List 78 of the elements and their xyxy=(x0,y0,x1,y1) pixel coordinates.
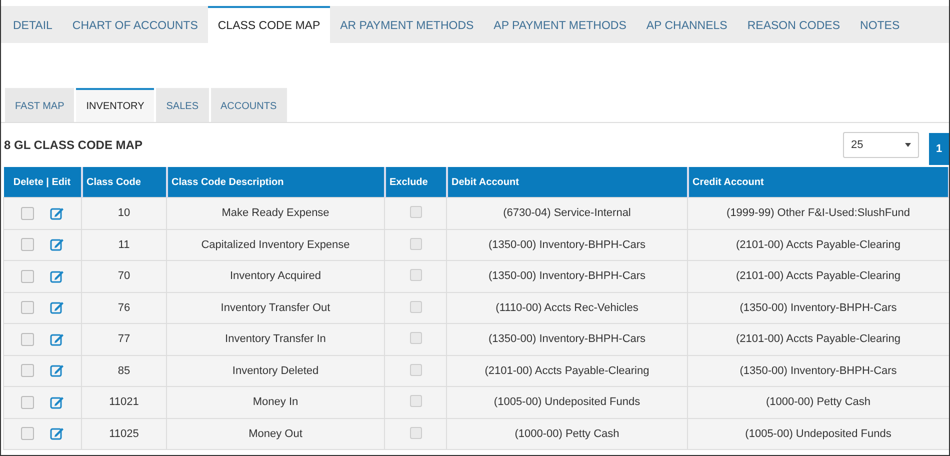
table-cell: (1350-00) Inventory-BHPH-Cars xyxy=(688,355,949,386)
table-title: 8 GL CLASS CODE MAP xyxy=(4,138,144,152)
subtab[interactable]: ACCOUNTS xyxy=(210,88,287,122)
caret-icon xyxy=(905,143,911,147)
edit-icon[interactable] xyxy=(50,396,64,409)
exclude-checkbox[interactable] xyxy=(410,395,422,408)
column-header: Debit Account xyxy=(446,167,688,198)
edit-icon[interactable] xyxy=(50,238,64,252)
edit-icon[interactable] xyxy=(50,270,64,283)
table-cell: Money In xyxy=(166,386,384,418)
tab[interactable]: NOTES xyxy=(850,6,910,43)
table-cell: (6730-04) Service-Internal xyxy=(446,198,688,229)
table-cell: 76 xyxy=(82,292,166,324)
delete-checkbox[interactable] xyxy=(21,270,34,283)
edit-icon[interactable] xyxy=(50,427,64,440)
tab[interactable]: DETAIL xyxy=(3,6,62,43)
table-cell: 11021 xyxy=(82,386,166,418)
column-header: Exclude xyxy=(384,167,446,198)
table-cell: (1350-00) Inventory-BHPH-Cars xyxy=(446,260,688,292)
table-cell: (1110-00) Accts Rec-Vehicles xyxy=(446,292,688,324)
subtab[interactable]: INVENTORY xyxy=(76,88,154,122)
table-cell: (1000-00) Petty Cash xyxy=(688,386,949,418)
table-cell: Inventory Deleted xyxy=(166,355,384,386)
tab[interactable]: CLASS CODE MAP xyxy=(208,6,330,43)
table-cell: Money Out xyxy=(166,418,384,450)
exclude-checkbox[interactable] xyxy=(410,206,422,218)
table-cell: 10 xyxy=(82,198,166,229)
column-header: Delete | Edit xyxy=(4,167,82,198)
table-cell: Make Ready Expense xyxy=(166,198,384,229)
delete-checkbox[interactable] xyxy=(21,332,34,346)
table-cell: Inventory Acquired xyxy=(166,260,384,292)
table-cell: (1005-00) Undeposited Funds xyxy=(688,418,949,450)
delete-checkbox[interactable] xyxy=(21,238,34,252)
table-cell: 85 xyxy=(82,355,166,386)
table-cell: (2101-00) Accts Payable-Clearing xyxy=(688,229,949,260)
exclude-checkbox[interactable] xyxy=(410,300,422,313)
column-header: Class Code Description xyxy=(166,167,384,198)
table-cell: Capitalized Inventory Expense xyxy=(166,229,384,260)
tab[interactable]: AP PAYMENT METHODS xyxy=(484,6,636,43)
page-size-select[interactable]: 25 xyxy=(843,132,919,158)
delete-checkbox[interactable] xyxy=(21,396,34,409)
exclude-checkbox[interactable] xyxy=(410,364,422,376)
subtab[interactable]: SALES xyxy=(156,88,209,122)
edit-icon[interactable] xyxy=(50,301,64,314)
edit-icon[interactable] xyxy=(50,332,64,346)
column-header: Credit Account xyxy=(688,167,949,198)
tab[interactable]: REASON CODES xyxy=(737,6,850,43)
edit-icon[interactable] xyxy=(50,206,64,220)
table-cell: 11 xyxy=(82,229,166,260)
table-cell: (1000-00) Petty Cash xyxy=(446,418,688,450)
table-cell: (1350-00) Inventory-BHPH-Cars xyxy=(446,229,688,260)
table-cell: 77 xyxy=(82,324,166,355)
exclude-checkbox[interactable] xyxy=(410,332,422,344)
exclude-checkbox[interactable] xyxy=(410,426,422,439)
table-cell: 70 xyxy=(82,260,166,292)
table-cell: (2101-00) Accts Payable-Clearing xyxy=(446,355,688,386)
column-header: Class Code xyxy=(82,167,166,198)
delete-checkbox[interactable] xyxy=(21,427,34,440)
subtab[interactable]: FAST MAP xyxy=(5,88,74,122)
table-cell: (2101-00) Accts Payable-Clearing xyxy=(688,324,949,355)
page-button[interactable]: 1 xyxy=(929,133,949,165)
edit-icon[interactable] xyxy=(50,364,64,378)
table-cell: Inventory Transfer Out xyxy=(166,292,384,324)
table-cell: (1350-00) Inventory-BHPH-Cars xyxy=(688,292,949,324)
delete-checkbox[interactable] xyxy=(21,301,34,314)
delete-checkbox[interactable] xyxy=(21,364,34,378)
table-cell: 11025 xyxy=(82,418,166,450)
delete-checkbox[interactable] xyxy=(21,206,34,220)
table-cell: (1999-99) Other F&I-Used:SlushFund xyxy=(688,198,949,229)
table-cell: Inventory Transfer In xyxy=(166,324,384,355)
table-cell: (1005-00) Undeposited Funds xyxy=(446,386,688,418)
table-cell: (2101-00) Accts Payable-Clearing xyxy=(688,260,949,292)
table-cell: (1350-00) Inventory-BHPH-Cars xyxy=(446,324,688,355)
tab[interactable]: AR PAYMENT METHODS xyxy=(330,6,484,43)
tab[interactable]: CHART OF ACCOUNTS xyxy=(62,6,208,43)
tab[interactable]: AP CHANNELS xyxy=(636,6,738,43)
exclude-checkbox[interactable] xyxy=(410,238,422,250)
exclude-checkbox[interactable] xyxy=(410,269,422,282)
